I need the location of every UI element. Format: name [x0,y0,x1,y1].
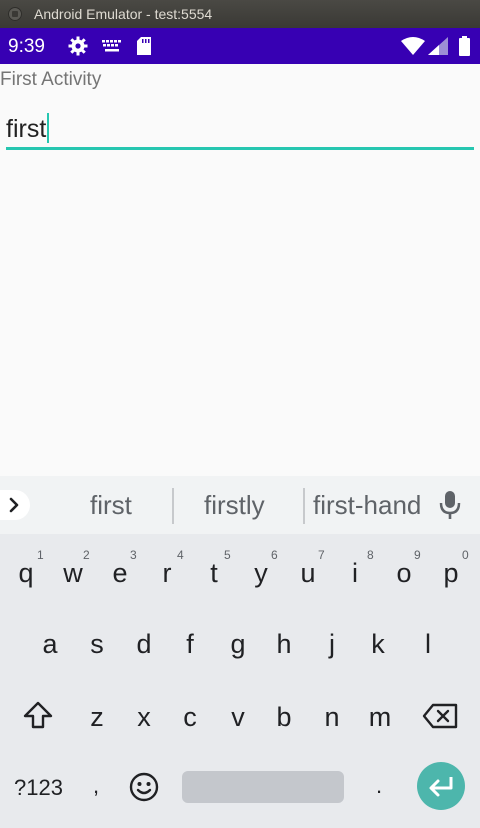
key-hint: 0 [462,548,469,562]
key-x[interactable]: x [124,702,164,733]
window-close-button[interactable] [8,7,22,21]
text-input-field[interactable]: first [6,104,474,150]
key-v[interactable]: v [218,702,258,733]
emoji-key[interactable] [124,771,164,810]
period-key[interactable]: . [376,773,382,799]
signal-icon [428,37,448,60]
window-titlebar: Android Emulator - test:5554 [0,0,480,28]
settings-gear-icon [68,36,88,61]
key-l[interactable]: l [408,629,448,660]
suggestion-first-hand[interactable]: first-hand [313,490,421,521]
space-bar[interactable] [182,771,344,803]
key-f[interactable]: f [170,629,210,660]
text-input-value: first [6,113,50,144]
backspace-icon [422,703,458,729]
key-hint: 3 [130,548,137,562]
key-n[interactable]: n [312,702,352,733]
symbols-key[interactable]: ?123 [14,775,63,801]
wifi-icon [401,37,425,60]
enter-return-icon [429,777,453,797]
key-r[interactable]: r [147,558,187,589]
text-input-underline [6,147,474,150]
status-time: 9:39 [8,36,45,57]
key-hint: 5 [224,548,231,562]
key-hint: 7 [318,548,325,562]
emoji-smiley-icon [129,772,159,802]
key-m[interactable]: m [360,702,400,733]
key-hint: 9 [414,548,421,562]
text-cursor [47,113,50,143]
status-bar: 9:39 [0,28,480,64]
enter-key[interactable] [417,762,465,810]
suggestion-strip: first firstly first-hand [0,476,480,534]
key-y[interactable]: y [241,558,281,589]
sd-card-icon [137,37,151,60]
suggestion-divider [172,488,174,524]
key-t[interactable]: t [194,558,234,589]
key-h[interactable]: h [264,629,304,660]
app-content: First Activity first [0,64,480,476]
key-hint: 1 [37,548,44,562]
key-e[interactable]: e [100,558,140,589]
shift-arrow-icon [23,701,53,729]
key-b[interactable]: b [264,702,304,733]
key-a[interactable]: a [30,629,70,660]
activity-title: First Activity [0,69,102,90]
key-z[interactable]: z [77,702,117,733]
soft-keyboard: first firstly first-hand q 1 w 2 e 3 r 4… [0,476,480,828]
key-w[interactable]: w [53,558,93,589]
key-i[interactable]: i [335,558,375,589]
key-q[interactable]: q [6,558,46,589]
key-p[interactable]: p [431,558,471,589]
suggestion-first[interactable]: first [90,490,132,521]
key-c[interactable]: c [170,702,210,733]
suggestion-divider [303,488,305,524]
key-u[interactable]: u [288,558,328,589]
backspace-key[interactable] [420,703,460,736]
shift-key[interactable] [18,700,58,737]
battery-icon [459,36,470,61]
window-title: Android Emulator - test:5554 [34,6,213,22]
suggestion-firstly[interactable]: firstly [204,490,265,521]
key-j[interactable]: j [312,629,352,660]
comma-key[interactable]: , [93,773,99,799]
expand-toolbar-button[interactable] [0,490,30,520]
key-o[interactable]: o [384,558,424,589]
keyboard-icon [101,39,123,58]
key-d[interactable]: d [124,629,164,660]
microphone-icon[interactable] [438,490,462,525]
chevron-right-icon [9,497,19,513]
key-hint: 6 [271,548,278,562]
key-k[interactable]: k [358,629,398,660]
key-s[interactable]: s [77,629,117,660]
key-hint: 4 [177,548,184,562]
key-hint: 8 [367,548,374,562]
key-g[interactable]: g [218,629,258,660]
key-hint: 2 [83,548,90,562]
